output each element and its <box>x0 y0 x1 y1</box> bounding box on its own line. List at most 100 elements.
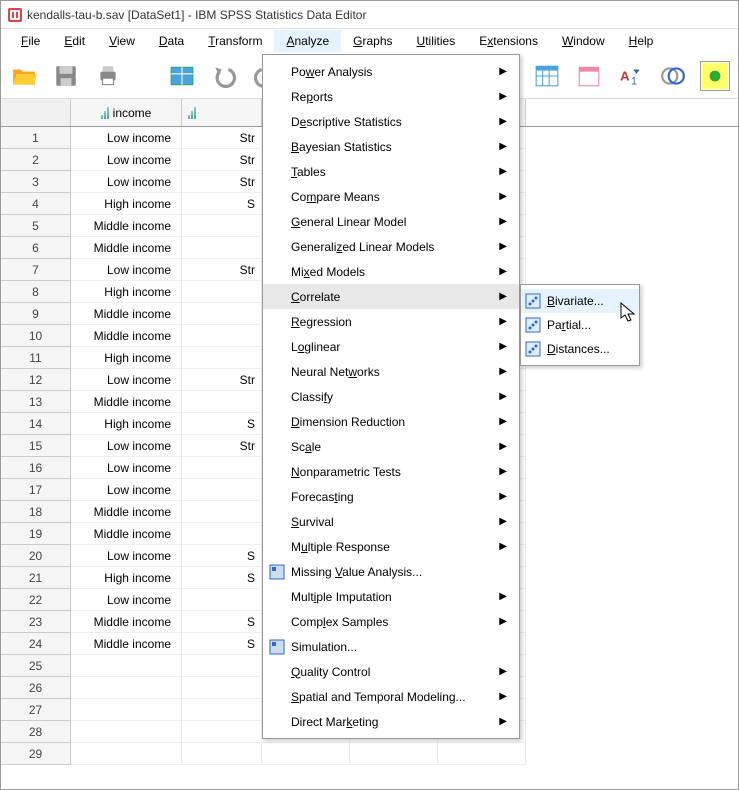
cell-col2[interactable] <box>182 325 262 347</box>
analyze-menu-item[interactable]: Dimension Reduction▶ <box>263 409 519 434</box>
analyze-menu-item[interactable]: Regression▶ <box>263 309 519 334</box>
cell-income[interactable]: Low income <box>71 457 182 479</box>
calendar-icon[interactable] <box>574 61 604 91</box>
labels-icon[interactable]: A1 <box>616 61 646 91</box>
menu-help[interactable]: Help <box>617 30 666 52</box>
cell-income[interactable]: Middle income <box>71 501 182 523</box>
cell-col2[interactable]: S <box>182 633 262 655</box>
row-number[interactable]: 9 <box>1 303 71 325</box>
cell-income[interactable]: Middle income <box>71 391 182 413</box>
row-number[interactable]: 12 <box>1 369 71 391</box>
analyze-menu-item[interactable]: Simulation... <box>263 634 519 659</box>
cell-col2[interactable] <box>182 721 262 743</box>
cell-col2[interactable]: S <box>182 545 262 567</box>
cell-empty[interactable] <box>438 743 526 765</box>
open-icon[interactable] <box>9 61 39 91</box>
row-number[interactable]: 26 <box>1 677 71 699</box>
analyze-menu-item[interactable]: Spatial and Temporal Modeling...▶ <box>263 684 519 709</box>
undo-icon[interactable] <box>209 61 239 91</box>
cell-col2[interactable]: S <box>182 193 262 215</box>
row-number[interactable]: 18 <box>1 501 71 523</box>
cell-col2[interactable] <box>182 237 262 259</box>
cell-income[interactable]: Low income <box>71 369 182 391</box>
row-number[interactable]: 19 <box>1 523 71 545</box>
cell-col2[interactable]: Str <box>182 149 262 171</box>
row-number[interactable]: 17 <box>1 479 71 501</box>
cell-income[interactable]: Middle income <box>71 523 182 545</box>
cell-income[interactable]: High income <box>71 567 182 589</box>
data-icon[interactable] <box>167 61 197 91</box>
analyze-menu-item[interactable]: Correlate▶ <box>263 284 519 309</box>
col-header-2[interactable] <box>182 99 262 126</box>
cell-income[interactable]: Low income <box>71 479 182 501</box>
cell-col2[interactable]: S <box>182 567 262 589</box>
cell-income[interactable]: High income <box>71 281 182 303</box>
menu-extensions[interactable]: Extensions <box>467 30 550 52</box>
row-number[interactable]: 14 <box>1 413 71 435</box>
analyze-menu-item[interactable]: Power Analysis▶ <box>263 59 519 84</box>
analyze-menu-item[interactable]: Complex Samples▶ <box>263 609 519 634</box>
analyze-menu-item[interactable]: General Linear Model▶ <box>263 209 519 234</box>
analyze-menu-item[interactable]: Multiple Response▶ <box>263 534 519 559</box>
venn-icon[interactable] <box>658 61 688 91</box>
row-number[interactable]: 5 <box>1 215 71 237</box>
analyze-menu-item[interactable]: Classify▶ <box>263 384 519 409</box>
cell-col2[interactable] <box>182 677 262 699</box>
row-number[interactable]: 11 <box>1 347 71 369</box>
analyze-menu-item[interactable]: Quality Control▶ <box>263 659 519 684</box>
cell-income[interactable]: Low income <box>71 171 182 193</box>
cell-col2[interactable]: Str <box>182 369 262 391</box>
row-number[interactable]: 23 <box>1 611 71 633</box>
cell-col2[interactable] <box>182 303 262 325</box>
cell-col2[interactable] <box>182 479 262 501</box>
row-number[interactable]: 24 <box>1 633 71 655</box>
cell-col2[interactable]: Str <box>182 127 262 149</box>
cell-col2[interactable] <box>182 699 262 721</box>
analyze-menu-item[interactable]: Direct Marketing▶ <box>263 709 519 734</box>
row-number[interactable]: 3 <box>1 171 71 193</box>
cell-col2[interactable] <box>182 501 262 523</box>
row-number[interactable]: 8 <box>1 281 71 303</box>
correlate-submenu-item[interactable]: Partial... <box>521 313 639 337</box>
analyze-menu-item[interactable]: Survival▶ <box>263 509 519 534</box>
cell-income[interactable]: Low income <box>71 589 182 611</box>
cell-income[interactable]: High income <box>71 193 182 215</box>
cell-income[interactable] <box>71 655 182 677</box>
menu-file[interactable]: File <box>9 30 52 52</box>
menu-view[interactable]: View <box>97 30 147 52</box>
analyze-menu-item[interactable]: Nonparametric Tests▶ <box>263 459 519 484</box>
correlate-submenu-item[interactable]: Bivariate... <box>521 289 639 313</box>
menu-utilities[interactable]: Utilities <box>405 30 468 52</box>
cell-income[interactable] <box>71 677 182 699</box>
menu-analyze[interactable]: Analyze <box>274 30 341 52</box>
analyze-menu-item[interactable]: Forecasting▶ <box>263 484 519 509</box>
cell-income[interactable]: Low income <box>71 149 182 171</box>
col-header-income[interactable]: income <box>71 99 182 126</box>
cell-income[interactable]: Middle income <box>71 325 182 347</box>
row-number[interactable]: 22 <box>1 589 71 611</box>
analyze-menu-item[interactable]: Compare Means▶ <box>263 184 519 209</box>
analyze-menu-item[interactable]: Generalized Linear Models▶ <box>263 234 519 259</box>
row-number[interactable]: 2 <box>1 149 71 171</box>
cell-income[interactable]: Low income <box>71 127 182 149</box>
analyze-menu-item[interactable]: Mixed Models▶ <box>263 259 519 284</box>
menu-transform[interactable]: Transform <box>196 30 274 52</box>
row-number[interactable]: 13 <box>1 391 71 413</box>
print-icon[interactable] <box>93 61 123 91</box>
cell-income[interactable]: Middle income <box>71 633 182 655</box>
analyze-menu-item[interactable]: Reports▶ <box>263 84 519 109</box>
cell-col2[interactable] <box>182 655 262 677</box>
cell-income[interactable]: High income <box>71 347 182 369</box>
cell-col2[interactable] <box>182 215 262 237</box>
cell-col2[interactable] <box>182 743 262 765</box>
cell-empty[interactable] <box>262 743 350 765</box>
cell-col2[interactable] <box>182 457 262 479</box>
cell-col2[interactable]: Str <box>182 259 262 281</box>
cell-income[interactable]: Middle income <box>71 215 182 237</box>
row-number[interactable]: 28 <box>1 721 71 743</box>
correlate-submenu-item[interactable]: Distances... <box>521 337 639 361</box>
analyze-menu-item[interactable]: Scale▶ <box>263 434 519 459</box>
cell-col2[interactable] <box>182 347 262 369</box>
row-number[interactable]: 15 <box>1 435 71 457</box>
cell-col2[interactable]: S <box>182 611 262 633</box>
